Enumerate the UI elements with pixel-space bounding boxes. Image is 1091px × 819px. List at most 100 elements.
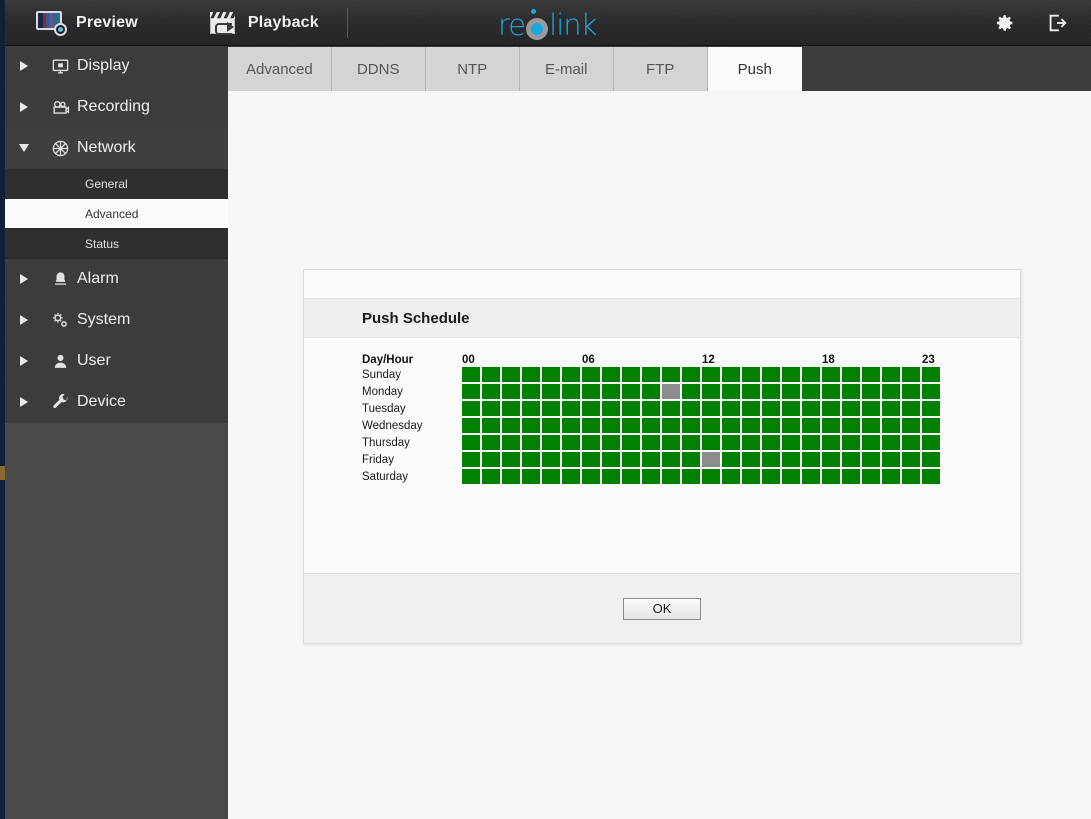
schedule-cell-tuesday-5[interactable]: [562, 401, 580, 416]
schedule-cell-sunday-14[interactable]: [742, 367, 760, 382]
gear-icon[interactable]: [993, 11, 1017, 35]
schedule-cell-sunday-16[interactable]: [782, 367, 800, 382]
schedule-cell-sunday-17[interactable]: [802, 367, 820, 382]
sidebar-item-system[interactable]: System: [5, 300, 228, 341]
sidebar-item-recording[interactable]: Recording: [5, 87, 228, 128]
schedule-cell-friday-3[interactable]: [522, 452, 540, 467]
schedule-cell-wednesday-7[interactable]: [602, 418, 620, 433]
schedule-cell-thursday-22[interactable]: [902, 435, 920, 450]
schedule-cell-thursday-13[interactable]: [722, 435, 740, 450]
sidebar-item-alarm[interactable]: Alarm: [5, 259, 228, 300]
schedule-cell-tuesday-11[interactable]: [682, 401, 700, 416]
schedule-cell-thursday-11[interactable]: [682, 435, 700, 450]
schedule-cell-saturday-8[interactable]: [622, 469, 640, 484]
schedule-cell-tuesday-18[interactable]: [822, 401, 840, 416]
schedule-cell-saturday-13[interactable]: [722, 469, 740, 484]
schedule-cell-sunday-11[interactable]: [682, 367, 700, 382]
sidebar-subitem-advanced[interactable]: Advanced: [5, 199, 228, 229]
sidebar-item-user[interactable]: User: [5, 341, 228, 382]
schedule-cell-tuesday-9[interactable]: [642, 401, 660, 416]
schedule-cell-friday-0[interactable]: [462, 452, 480, 467]
schedule-cell-friday-14[interactable]: [742, 452, 760, 467]
schedule-cell-tuesday-8[interactable]: [622, 401, 640, 416]
schedule-cell-saturday-22[interactable]: [902, 469, 920, 484]
schedule-cell-monday-12[interactable]: [702, 384, 720, 399]
schedule-cell-saturday-6[interactable]: [582, 469, 600, 484]
schedule-cell-tuesday-4[interactable]: [542, 401, 560, 416]
schedule-cell-thursday-2[interactable]: [502, 435, 520, 450]
schedule-cell-sunday-13[interactable]: [722, 367, 740, 382]
schedule-cell-thursday-21[interactable]: [882, 435, 900, 450]
schedule-cell-sunday-21[interactable]: [882, 367, 900, 382]
schedule-cell-friday-23[interactable]: [922, 452, 940, 467]
schedule-cell-tuesday-23[interactable]: [922, 401, 940, 416]
schedule-cell-tuesday-2[interactable]: [502, 401, 520, 416]
schedule-cell-saturday-11[interactable]: [682, 469, 700, 484]
schedule-cell-saturday-1[interactable]: [482, 469, 500, 484]
schedule-cell-thursday-17[interactable]: [802, 435, 820, 450]
ok-button[interactable]: OK: [623, 597, 701, 620]
schedule-cell-thursday-8[interactable]: [622, 435, 640, 450]
sidebar-subitem-status[interactable]: Status: [5, 229, 228, 259]
schedule-cell-friday-9[interactable]: [642, 452, 660, 467]
schedule-cell-monday-14[interactable]: [742, 384, 760, 399]
schedule-cell-monday-16[interactable]: [782, 384, 800, 399]
schedule-cell-sunday-2[interactable]: [502, 367, 520, 382]
schedule-cell-monday-18[interactable]: [822, 384, 840, 399]
schedule-cell-saturday-20[interactable]: [862, 469, 880, 484]
schedule-cell-friday-20[interactable]: [862, 452, 880, 467]
schedule-cell-sunday-7[interactable]: [602, 367, 620, 382]
schedule-cell-saturday-3[interactable]: [522, 469, 540, 484]
schedule-cell-sunday-19[interactable]: [842, 367, 860, 382]
schedule-cell-monday-19[interactable]: [842, 384, 860, 399]
schedule-cell-tuesday-1[interactable]: [482, 401, 500, 416]
tab-ddns[interactable]: DDNS: [331, 47, 426, 91]
schedule-cell-saturday-15[interactable]: [762, 469, 780, 484]
schedule-cell-tuesday-15[interactable]: [762, 401, 780, 416]
schedule-cell-tuesday-20[interactable]: [862, 401, 880, 416]
schedule-cell-thursday-14[interactable]: [742, 435, 760, 450]
schedule-cell-tuesday-10[interactable]: [662, 401, 680, 416]
schedule-cell-friday-7[interactable]: [602, 452, 620, 467]
schedule-cell-friday-13[interactable]: [722, 452, 740, 467]
schedule-cell-tuesday-21[interactable]: [882, 401, 900, 416]
schedule-cell-friday-15[interactable]: [762, 452, 780, 467]
schedule-cell-thursday-4[interactable]: [542, 435, 560, 450]
tab-advanced[interactable]: Advanced: [228, 47, 332, 91]
schedule-cell-saturday-9[interactable]: [642, 469, 660, 484]
schedule-cell-thursday-15[interactable]: [762, 435, 780, 450]
schedule-cell-monday-4[interactable]: [542, 384, 560, 399]
schedule-cell-sunday-10[interactable]: [662, 367, 680, 382]
schedule-cell-wednesday-1[interactable]: [482, 418, 500, 433]
nav-preview[interactable]: Preview: [22, 0, 152, 46]
schedule-cell-sunday-22[interactable]: [902, 367, 920, 382]
schedule-cell-saturday-17[interactable]: [802, 469, 820, 484]
schedule-cell-thursday-1[interactable]: [482, 435, 500, 450]
schedule-cell-sunday-9[interactable]: [642, 367, 660, 382]
schedule-cell-thursday-9[interactable]: [642, 435, 660, 450]
schedule-cell-monday-3[interactable]: [522, 384, 540, 399]
schedule-cell-monday-1[interactable]: [482, 384, 500, 399]
tab-ftp[interactable]: FTP: [613, 47, 708, 91]
schedule-cell-thursday-18[interactable]: [822, 435, 840, 450]
schedule-cell-saturday-2[interactable]: [502, 469, 520, 484]
schedule-cell-sunday-4[interactable]: [542, 367, 560, 382]
schedule-cell-thursday-7[interactable]: [602, 435, 620, 450]
sidebar-item-network[interactable]: Network: [5, 128, 228, 169]
schedule-cell-wednesday-0[interactable]: [462, 418, 480, 433]
schedule-cell-monday-17[interactable]: [802, 384, 820, 399]
schedule-cell-tuesday-19[interactable]: [842, 401, 860, 416]
schedule-cell-friday-5[interactable]: [562, 452, 580, 467]
schedule-cell-monday-6[interactable]: [582, 384, 600, 399]
schedule-cell-wednesday-8[interactable]: [622, 418, 640, 433]
schedule-cell-tuesday-16[interactable]: [782, 401, 800, 416]
schedule-cell-friday-18[interactable]: [822, 452, 840, 467]
schedule-cell-monday-5[interactable]: [562, 384, 580, 399]
schedule-cell-monday-22[interactable]: [902, 384, 920, 399]
schedule-cell-thursday-23[interactable]: [922, 435, 940, 450]
schedule-cell-monday-8[interactable]: [622, 384, 640, 399]
schedule-cell-tuesday-7[interactable]: [602, 401, 620, 416]
tab-ntp[interactable]: NTP: [425, 47, 520, 91]
schedule-cell-saturday-5[interactable]: [562, 469, 580, 484]
schedule-cell-wednesday-18[interactable]: [822, 418, 840, 433]
